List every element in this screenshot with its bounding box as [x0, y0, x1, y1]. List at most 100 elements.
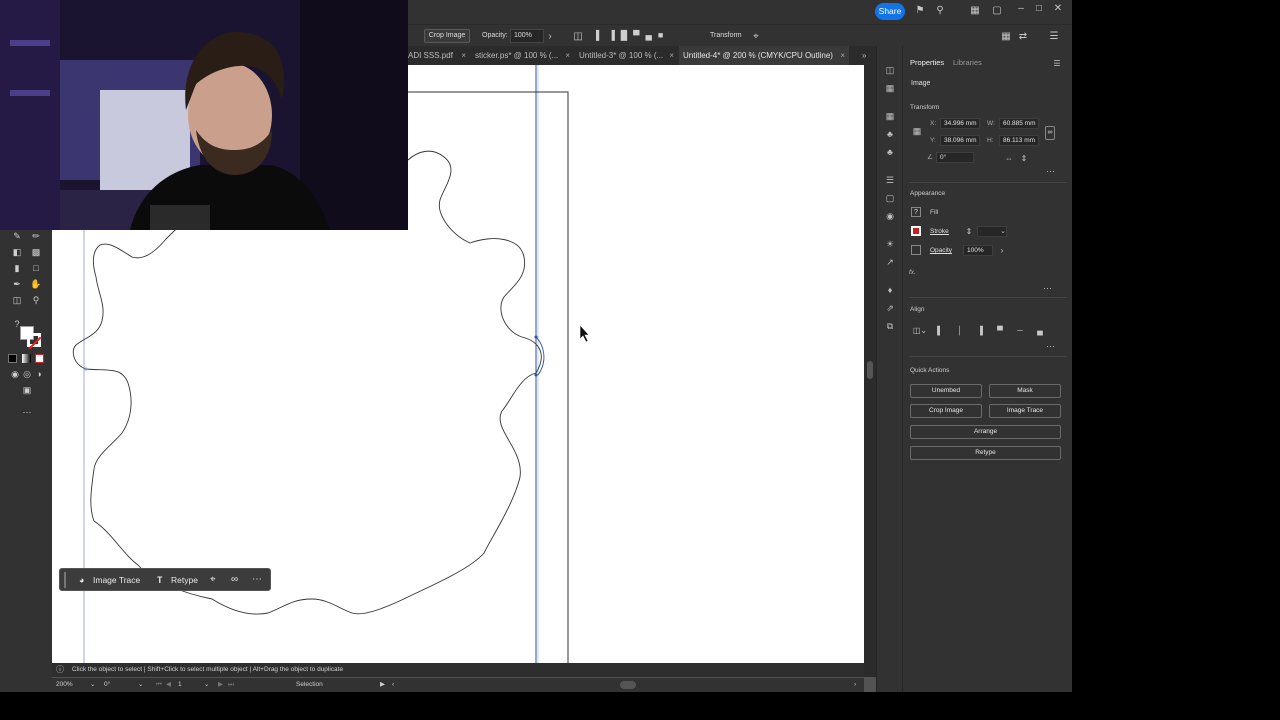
rotation-value[interactable]: 0° — [104, 678, 110, 692]
first-artboard-icon[interactable]: ⏮ — [156, 678, 162, 692]
anchor-point[interactable] — [84, 367, 88, 371]
hscroll-right-icon[interactable]: › — [854, 678, 856, 692]
align-right-icon[interactable]: ▐ — [975, 325, 985, 337]
gradient-panel-icon[interactable]: ▢ — [883, 192, 897, 204]
isolate-icon[interactable]: ▦ — [1000, 31, 1012, 43]
transform-more-icon[interactable]: ⋯ — [1046, 166, 1056, 177]
crop-marks-icon[interactable]: ⌖ — [750, 31, 762, 43]
transparency-panel-icon[interactable]: ◉ — [883, 210, 897, 222]
mask-button[interactable]: Mask — [989, 384, 1061, 398]
arrange-button[interactable]: Arrange — [910, 425, 1061, 439]
constrain-proportions-icon[interactable]: ∞ — [1045, 126, 1055, 140]
stroke-swatch-icon[interactable] — [911, 226, 921, 236]
stroke-label[interactable]: Stroke — [930, 228, 949, 235]
align-to-selection-icon[interactable]: ◫⌄ — [911, 325, 929, 337]
artboard-icon[interactable]: □ — [29, 262, 43, 274]
reference-point-icon[interactable]: ▦ — [910, 125, 924, 137]
vertical-scrollbar[interactable] — [864, 65, 876, 677]
graphic-styles-panel-icon[interactable]: ☀ — [883, 238, 897, 250]
arrange-docs-icon[interactable]: ▦ — [968, 5, 982, 17]
align-icons[interactable]: ▌▐█▀▄■ — [596, 30, 669, 40]
brushes-panel-icon[interactable]: ♣ — [883, 128, 897, 140]
opacity-input[interactable]: 100% — [510, 29, 544, 43]
crop-image-button[interactable]: Crop Image — [910, 404, 982, 418]
stroke-dropdown-icon[interactable]: ⌄ — [999, 226, 1007, 238]
menu-icon[interactable]: ☰ — [1048, 31, 1060, 43]
live-paint-icon[interactable]: ▩ — [29, 246, 43, 258]
opacity-chevron-icon[interactable]: › — [998, 245, 1006, 257]
crop-icon[interactable]: ⌖ — [210, 569, 216, 591]
close-icon[interactable]: ✕ — [1052, 3, 1064, 15]
crop-image-control-button[interactable]: Crop Image — [424, 29, 470, 43]
prev-artboard-icon[interactable]: ◀ — [166, 678, 171, 692]
slice-icon[interactable]: ◫ — [10, 294, 24, 306]
transform-control-link[interactable]: Transform — [710, 29, 742, 43]
retype-ctx-button[interactable]: 𝐓 Retype — [153, 569, 205, 591]
shape-builder-icon[interactable]: ◧ — [10, 246, 24, 258]
appearance-more-icon[interactable]: ⋯ — [1043, 283, 1053, 294]
workspace-icon[interactable]: ▢ — [990, 5, 1004, 17]
artboard-dropdown-icon[interactable]: ⌄ — [204, 678, 209, 692]
layers-panel-icon[interactable]: ♦ — [883, 284, 897, 296]
drag-handle[interactable] — [64, 572, 66, 588]
screen-mode-icon[interactable]: ▣ — [19, 384, 35, 396]
link-icon[interactable]: ∞ — [231, 569, 238, 591]
maximize-icon[interactable]: □ — [1033, 3, 1045, 15]
hscroll-thumb[interactable] — [620, 681, 636, 689]
appearance-panel-icon[interactable]: ◫ — [883, 64, 897, 76]
opacity-panel-input[interactable]: 100% — [963, 245, 993, 256]
zoom-icon[interactable]: ⚲ — [29, 294, 43, 306]
eyedropper-icon[interactable]: ✒ — [10, 278, 24, 290]
asset-export-icon[interactable]: ⇗ — [883, 302, 897, 314]
hscroll-left-icon[interactable]: ‹ — [392, 678, 394, 692]
search-icon[interactable]: ⚲ — [933, 5, 947, 17]
rotation-dropdown-icon[interactable]: ⌄ — [138, 678, 143, 692]
more-tools-icon[interactable]: ⋯ — [19, 406, 35, 418]
tab-libraries[interactable]: Libraries — [953, 58, 982, 68]
tab-sticker[interactable]: sticker.ps* @ 100 % (... × — [471, 46, 574, 65]
more-options-icon[interactable]: ⋯ — [252, 569, 262, 591]
arrange-icon[interactable]: ⇄ — [1016, 31, 1030, 43]
scroll-thumb[interactable] — [867, 361, 873, 379]
minimize-icon[interactable]: – — [1015, 3, 1027, 15]
fill-stroke-swatch[interactable] — [20, 326, 42, 350]
unembed-button[interactable]: Unembed — [910, 384, 982, 398]
graph-icon[interactable]: ▮ — [10, 262, 24, 274]
pencil-icon[interactable]: ✏ — [29, 230, 43, 242]
image-trace-ctx-button[interactable]: ◕ Image Trace — [73, 569, 151, 591]
hand-icon[interactable]: ✋ — [29, 278, 43, 290]
zoom-dropdown-icon[interactable]: ⌄ — [90, 678, 95, 692]
flip-horizontal-icon[interactable]: ⇔ — [1004, 153, 1014, 165]
gradient-mode-icon[interactable] — [22, 354, 31, 363]
color-mode-icon[interactable] — [8, 354, 17, 363]
y-input[interactable]: 38.096 mm — [940, 135, 980, 146]
flip-vertical-icon[interactable]: ⇕ — [1019, 153, 1029, 165]
share-button[interactable]: Share — [875, 3, 905, 20]
panel-menu-icon[interactable]: ☰ — [1051, 58, 1063, 70]
w-input[interactable]: 60.885 mm — [999, 118, 1039, 129]
none-mode-icon[interactable] — [35, 354, 44, 363]
tab-close-icon[interactable]: × — [840, 46, 845, 65]
tab-close-icon[interactable]: × — [565, 46, 570, 65]
export-panel-icon[interactable]: ↗ — [883, 256, 897, 268]
align-more-icon[interactable]: ⋯ — [1046, 341, 1056, 352]
image-trace-button[interactable]: Image Trace — [989, 404, 1061, 418]
tab-close-icon[interactable]: × — [669, 46, 674, 65]
h-input[interactable]: 86.113 mm — [999, 135, 1039, 146]
align-left-icon[interactable]: ▌ — [935, 325, 945, 337]
zoom-level[interactable]: 200% — [56, 678, 73, 692]
artboard-number[interactable]: 1 — [178, 678, 182, 692]
rotate-input[interactable]: 0° — [936, 152, 974, 163]
symbols-panel-icon[interactable]: ♣ — [883, 146, 897, 158]
align-hcenter-icon[interactable]: │ — [955, 325, 965, 337]
chevron-right-icon[interactable]: › — [546, 31, 554, 43]
effects-fx-icon[interactable]: fx. — [909, 269, 916, 276]
retype-button[interactable]: Retype — [910, 446, 1061, 460]
tab-close-icon[interactable]: × — [461, 46, 466, 65]
opacity-panel-label[interactable]: Opacity — [930, 247, 952, 254]
tab-untitled-4[interactable]: Untitled-4* @ 200 % (CMYK/CPU Outline) × — [679, 46, 849, 65]
fill-swatch-icon[interactable]: ? — [911, 207, 921, 217]
anchor-point[interactable] — [534, 335, 538, 339]
x-input[interactable]: 34.996 mm — [940, 118, 980, 129]
tab-overflow-icon[interactable]: » — [858, 46, 872, 65]
